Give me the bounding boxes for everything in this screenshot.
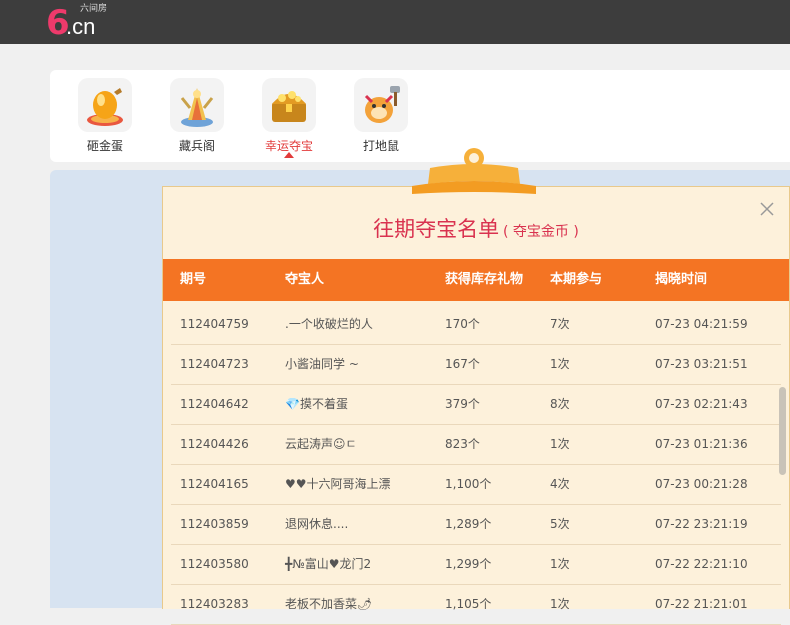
site-logo[interactable]: 6 .cn 六间房 — [46, 4, 126, 40]
cell-gifts: 1,105个 — [445, 597, 492, 611]
cell-winner: 小酱油同学 ~ — [285, 357, 359, 371]
table-row: 112404426 云起涛声☺ㄷ 823个 1次 07-23 01:21:36 — [171, 425, 781, 465]
tab-label: 幸运夺宝 — [264, 139, 313, 153]
table-row: 112403859 退网休息.... 1,289个 5次 07-22 23:21… — [171, 505, 781, 545]
scrollbar-thumb[interactable] — [779, 387, 786, 475]
cell-time: 07-23 03:21:51 — [655, 357, 748, 371]
treasure-chest-icon — [262, 78, 316, 132]
cell-participation: 1次 — [550, 557, 570, 571]
modal-subtitle: ( 夺宝金币 ) — [503, 224, 579, 240]
active-tab-indicator — [284, 152, 294, 158]
modal-title: 往期夺宝名单 ( 夺宝金币 ) — [163, 215, 789, 246]
cell-time: 07-23 00:21:28 — [655, 477, 748, 491]
cell-winner: 云起涛声☺ㄷ — [285, 437, 357, 451]
history-winners-modal: 往期夺宝名单 ( 夺宝金币 ) 期号 夺宝人 获得库存礼物 本期参与 揭晓时间 … — [162, 186, 790, 625]
cell-time: 07-23 02:21:43 — [655, 397, 748, 411]
cell-participation: 4次 — [550, 477, 570, 491]
cell-winner: ╋№富山♥龙门2 — [285, 557, 372, 571]
cell-winner: 💎摸不着蛋 — [285, 397, 348, 411]
column-header-winner: 夺宝人 — [285, 272, 325, 287]
cell-issue: 112404759 — [180, 317, 249, 331]
column-header-issue: 期号 — [180, 272, 207, 287]
cell-time: 07-22 22:21:10 — [655, 557, 748, 571]
top-bar: 6 .cn 六间房 — [0, 0, 790, 44]
cell-gifts: 1,289个 — [445, 517, 492, 531]
cell-gifts: 1,299个 — [445, 557, 492, 571]
armory-icon — [170, 78, 224, 132]
cell-issue: 112403580 — [180, 557, 249, 571]
cell-gifts: 167个 — [445, 357, 480, 371]
whack-a-mole-icon — [354, 78, 408, 132]
table-row: 112403283 老板不加香菜🌶 1,105个 1次 07-22 21:21:… — [171, 585, 781, 625]
cell-gifts: 823个 — [445, 437, 480, 451]
winners-table-body: 112404759 .一个收破烂的人 170个 7次 07-23 04:21:5… — [163, 305, 789, 625]
column-header-gifts: 获得库存礼物 — [445, 272, 524, 287]
cell-winner: ♥♥十六阿哥海上漂 — [285, 477, 391, 491]
table-row: 112404642 💎摸不着蛋 379个 8次 07-23 02:21:43 — [171, 385, 781, 425]
cell-gifts: 379个 — [445, 397, 480, 411]
tab-golden-egg[interactable]: 砸金蛋 — [70, 78, 140, 153]
golden-egg-icon — [78, 78, 132, 132]
cell-issue: 112403283 — [180, 597, 249, 611]
cell-winner: 老板不加香菜🌶 — [285, 597, 373, 611]
table-row: 112404723 小酱油同学 ~ 167个 1次 07-23 03:21:51 — [171, 345, 781, 385]
cell-issue: 112404426 — [180, 437, 249, 451]
cell-gifts: 1,100个 — [445, 477, 492, 491]
cell-issue: 112404723 — [180, 357, 249, 371]
cell-participation: 8次 — [550, 397, 570, 411]
cell-issue: 112404642 — [180, 397, 249, 411]
table-header: 期号 夺宝人 获得库存礼物 本期参与 揭晓时间 — [163, 259, 789, 301]
table-row: 112404165 ♥♥十六阿哥海上漂 1,100个 4次 07-23 00:2… — [171, 465, 781, 505]
cell-time: 07-23 04:21:59 — [655, 317, 748, 331]
cell-winner: 退网休息.... — [285, 517, 349, 531]
cell-participation: 1次 — [550, 357, 570, 371]
column-header-time: 揭晓时间 — [655, 272, 708, 287]
tab-lucky-treasure[interactable]: 幸运夺宝 — [254, 78, 324, 158]
tab-whack-a-mole[interactable]: 打地鼠 — [346, 78, 416, 153]
cell-participation: 5次 — [550, 517, 570, 531]
cell-time: 07-23 01:21:36 — [655, 437, 748, 451]
table-row: 112403580 ╋№富山♥龙门2 1,299个 1次 07-22 22:21… — [171, 545, 781, 585]
cell-participation: 1次 — [550, 597, 570, 611]
tab-label: 砸金蛋 — [86, 139, 123, 153]
cell-participation: 7次 — [550, 317, 570, 331]
cell-time: 07-22 23:21:19 — [655, 517, 748, 531]
modal-title-text: 往期夺宝名单 — [373, 217, 500, 241]
logo-subtitle: 六间房 — [80, 4, 108, 14]
cell-time: 07-22 21:21:01 — [655, 597, 748, 611]
cell-issue: 112404165 — [180, 477, 249, 491]
logo-domain: .cn — [66, 14, 96, 39]
tab-label: 藏兵阁 — [178, 139, 215, 153]
column-header-participation: 本期参与 — [550, 272, 603, 287]
cell-winner: .一个收破烂的人 — [285, 317, 373, 331]
cell-gifts: 170个 — [445, 317, 480, 331]
tab-label: 打地鼠 — [362, 139, 399, 153]
table-row: 112404759 .一个收破烂的人 170个 7次 07-23 04:21:5… — [171, 305, 781, 345]
tab-armory[interactable]: 藏兵阁 — [162, 78, 232, 153]
clipboard-clip-decoration — [408, 146, 540, 198]
cell-participation: 1次 — [550, 437, 570, 451]
cell-issue: 112403859 — [180, 517, 249, 531]
